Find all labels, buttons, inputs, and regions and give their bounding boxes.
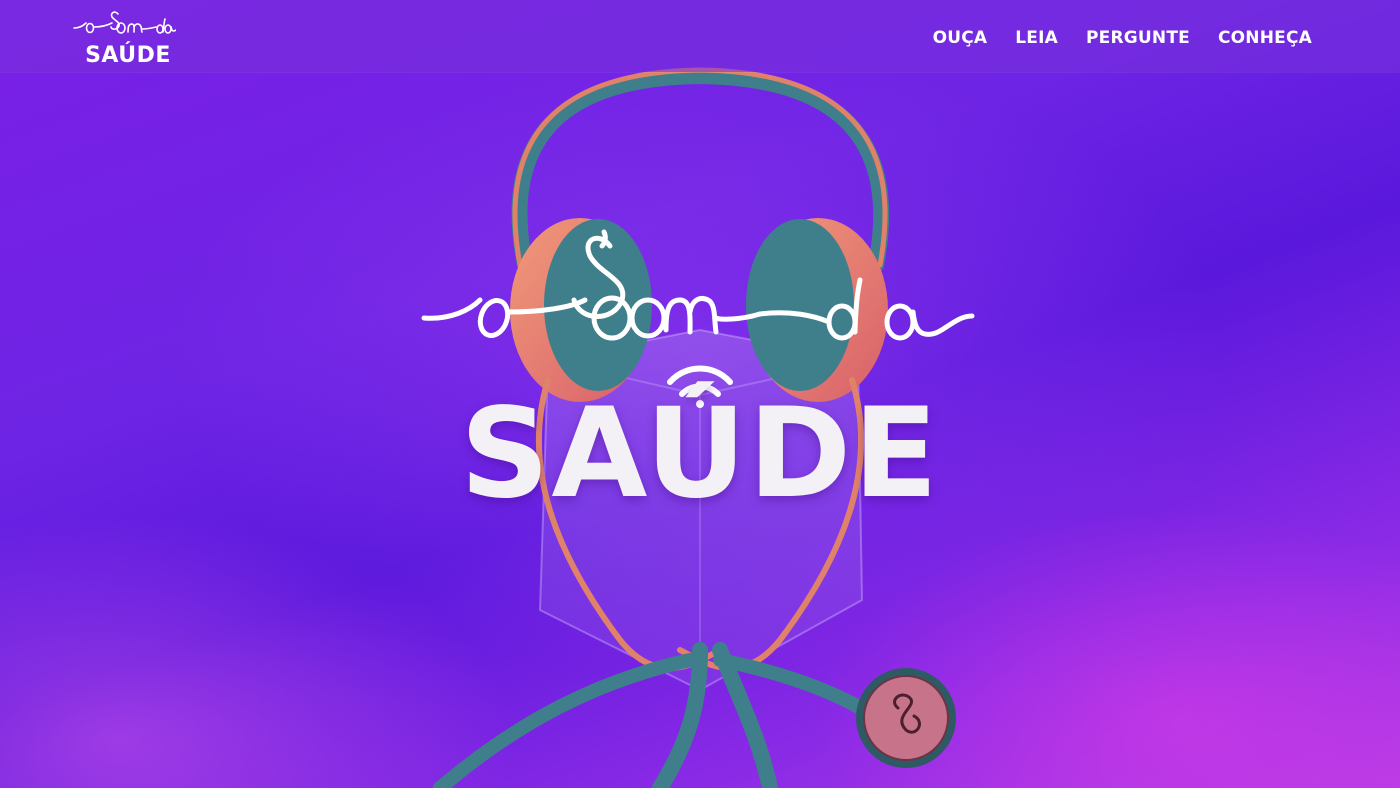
nav-item-ouca[interactable]: OUÇA	[933, 28, 988, 48]
main-navigation: OUÇA LEIA PERGUNTE CONHEÇA	[933, 24, 1312, 52]
logo-script	[73, 11, 176, 34]
nav-item-leia[interactable]: LEIA	[1015, 28, 1058, 48]
logo-word: SAÚDE	[85, 43, 171, 68]
hero-title: SAÚDE	[460, 382, 940, 526]
site-logo[interactable]: SAÚDE	[72, 8, 176, 68]
hero-script-logo	[421, 229, 975, 341]
top-navigation-bar: SAÚDE OUÇA LEIA PERGUNTE CONHEÇA	[0, 0, 1400, 72]
nav-item-pergunte[interactable]: PERGUNTE	[1086, 28, 1190, 48]
nav-item-conheca[interactable]: CONHEÇA	[1218, 28, 1312, 48]
